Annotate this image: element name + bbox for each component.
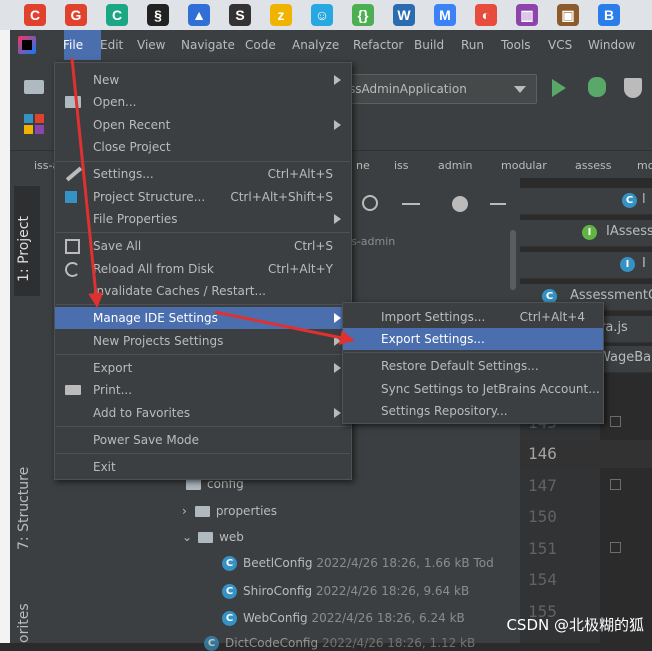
annotation-arrow-to-export-settings [214,310,355,345]
watermark: CSDN @北极糊的狐 [506,616,644,634]
annotation-arrow-to-manage-settings [70,57,104,308]
annotation-arrows [70,57,355,345]
